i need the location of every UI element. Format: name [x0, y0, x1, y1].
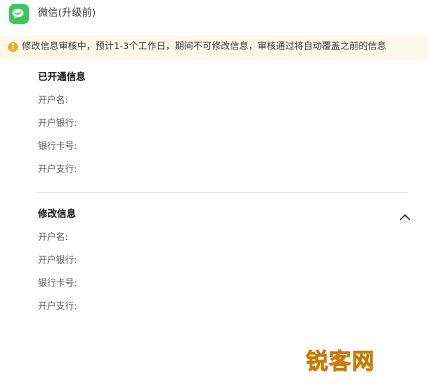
modified-info-title: 修改信息 [38, 209, 77, 220]
review-notice-banner: ! 修改信息审核中，预计1-3个工作日，期间不可修改信息，审核通过将自动覆盖之前… [0, 35, 428, 59]
page-title: 微信(升级前) [38, 8, 96, 19]
modified-branch-label: 开户支行: [38, 302, 78, 312]
opened-bank-label: 开户银行: [38, 119, 78, 129]
chevron-up-icon[interactable] [398, 208, 412, 221]
opened-branch-label: 开户支行: [38, 165, 78, 175]
warning-icon: ! [8, 42, 18, 52]
watermark-logo: 锐客网 [306, 350, 376, 376]
wechat-icon [9, 4, 29, 24]
modified-card-number-label: 银行卡号: [38, 279, 78, 289]
modified-bank-label: 开户银行: [38, 256, 78, 266]
section-divider [38, 192, 408, 193]
opened-account-name-label: 开户名: [38, 96, 69, 106]
opened-info-title: 已开通信息 [38, 72, 86, 83]
modified-account-name-label: 开户名: [38, 233, 69, 243]
opened-card-number-label: 银行卡号: [38, 142, 78, 152]
page-header: 微信(升级前) [0, 0, 428, 30]
notice-text: 修改信息审核中，预计1-3个工作日，期间不可修改信息，审核通过将自动覆盖之前的信… [22, 41, 387, 52]
